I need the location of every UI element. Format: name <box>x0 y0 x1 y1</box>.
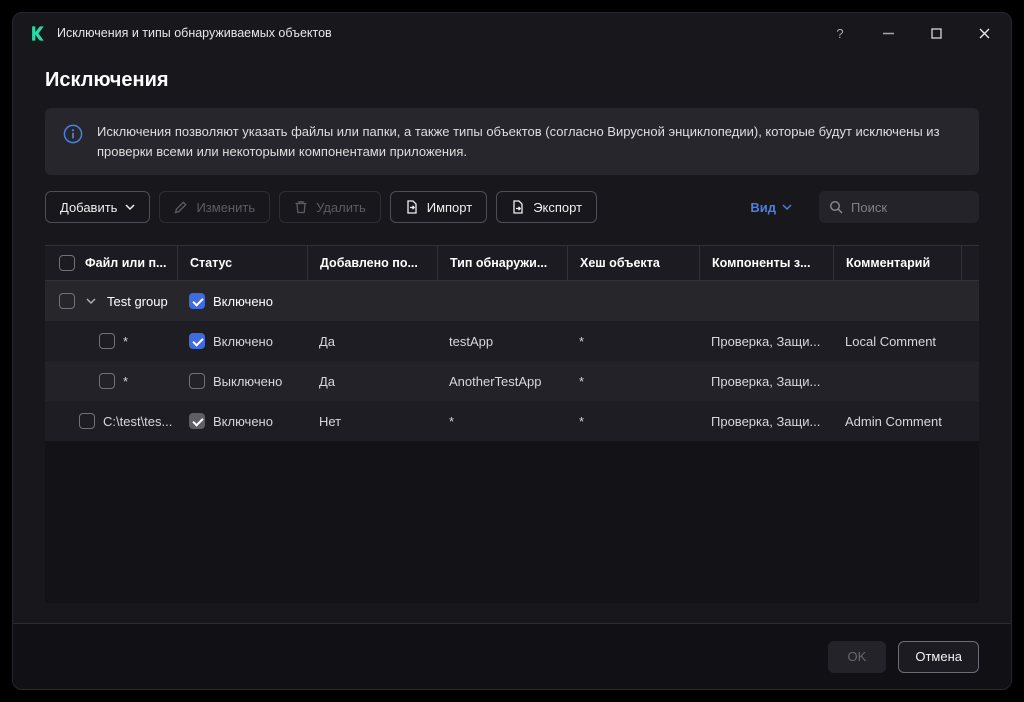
minimize-icon <box>883 28 894 39</box>
search-box <box>819 191 979 223</box>
file-path: * <box>123 374 128 389</box>
file-path: C:\test\tes... <box>103 414 172 429</box>
group-name: Test group <box>107 294 168 309</box>
add-button[interactable]: Добавить <box>45 191 150 223</box>
column-header-type[interactable]: Тип обнаружи... <box>437 246 567 280</box>
comment: Admin Comment <box>833 414 961 429</box>
info-banner-text: Исключения позволяют указать файлы или п… <box>97 122 961 161</box>
status-label: Включено <box>213 294 273 309</box>
kaspersky-logo <box>29 24 47 42</box>
status-label: Включено <box>213 414 273 429</box>
column-header-hash[interactable]: Хеш объекта <box>567 246 699 280</box>
edit-button-label: Изменить <box>196 200 255 215</box>
cancel-button[interactable]: Отмена <box>898 641 979 673</box>
status-label: Выключено <box>213 374 282 389</box>
added-by-user: Да <box>307 374 437 389</box>
maximize-icon <box>931 28 942 39</box>
table-row[interactable]: * Включено Да testApp * Проверка, Защи..… <box>45 321 979 361</box>
status-checkbox[interactable] <box>189 373 205 389</box>
column-header-file[interactable]: Файл или п... <box>85 256 166 270</box>
close-icon <box>979 28 990 39</box>
chevron-down-icon <box>86 298 96 305</box>
export-button[interactable]: Экспорт <box>496 191 597 223</box>
object-hash: * <box>567 374 699 389</box>
window-controls: ? <box>831 24 993 42</box>
import-button[interactable]: Импорт <box>390 191 487 223</box>
table-row[interactable]: C:\test\tes... Включено Нет * * Проверка… <box>45 401 979 441</box>
status-checkbox[interactable] <box>189 413 205 429</box>
view-dropdown-label: Вид <box>750 200 776 215</box>
status-checkbox[interactable] <box>189 333 205 349</box>
search-input[interactable] <box>851 200 969 215</box>
table-group-row[interactable]: Test group Включено <box>45 281 979 321</box>
row-select-checkbox[interactable] <box>79 413 95 429</box>
close-button[interactable] <box>975 24 993 42</box>
object-hash: * <box>567 414 699 429</box>
add-button-label: Добавить <box>60 200 117 215</box>
minimize-button[interactable] <box>879 24 897 42</box>
protection-components: Проверка, Защи... <box>699 374 833 389</box>
import-icon <box>405 200 419 214</box>
detection-type: testApp <box>437 334 567 349</box>
row-select-checkbox[interactable] <box>99 333 115 349</box>
search-icon <box>829 200 843 214</box>
info-banner: Исключения позволяют указать файлы или п… <box>45 108 979 175</box>
delete-button[interactable]: Удалить <box>279 191 381 223</box>
app-window: Исключения и типы обнаруживаемых объекто… <box>12 12 1012 690</box>
added-by-user: Да <box>307 334 437 349</box>
chevron-down-icon <box>125 204 135 211</box>
toolbar: Добавить Изменить Удалить Импорт Экспорт… <box>45 191 979 223</box>
chevron-down-icon <box>782 204 792 211</box>
ok-button[interactable]: OK <box>828 641 887 673</box>
column-header-spacer <box>961 246 979 280</box>
trash-icon <box>294 200 308 214</box>
export-button-label: Экспорт <box>533 200 582 215</box>
group-expander[interactable] <box>83 293 99 309</box>
status-label: Включено <box>213 334 273 349</box>
delete-button-label: Удалить <box>316 200 366 215</box>
column-header-status[interactable]: Статус <box>177 246 307 280</box>
column-header-components[interactable]: Компоненты з... <box>699 246 833 280</box>
import-button-label: Импорт <box>427 200 472 215</box>
object-hash: * <box>567 334 699 349</box>
column-header-comment[interactable]: Комментарий <box>833 246 961 280</box>
info-circle-icon <box>63 124 83 144</box>
help-button[interactable]: ? <box>831 24 849 42</box>
table-empty-area <box>45 441 979 603</box>
row-select-checkbox[interactable] <box>59 293 75 309</box>
edit-button[interactable]: Изменить <box>159 191 270 223</box>
protection-components: Проверка, Защи... <box>699 414 833 429</box>
status-checkbox[interactable] <box>189 293 205 309</box>
column-header-added[interactable]: Добавлено по... <box>307 246 437 280</box>
page-title: Исключения <box>13 53 1011 96</box>
select-all-checkbox[interactable] <box>59 255 75 271</box>
exclusions-table: Файл или п... Статус Добавлено по... Тип… <box>45 245 979 603</box>
file-path: * <box>123 334 128 349</box>
maximize-button[interactable] <box>927 24 945 42</box>
pencil-icon <box>174 200 188 214</box>
table-row[interactable]: * Выключено Да AnotherTestApp * Проверка… <box>45 361 979 401</box>
title-bar: Исключения и типы обнаруживаемых объекто… <box>13 13 1011 53</box>
view-dropdown[interactable]: Вид <box>750 200 792 215</box>
row-select-checkbox[interactable] <box>99 373 115 389</box>
comment: Local Comment <box>833 334 961 349</box>
detection-type: * <box>437 414 567 429</box>
table-header: Файл или п... Статус Добавлено по... Тип… <box>45 245 979 281</box>
window-title: Исключения и типы обнаруживаемых объекто… <box>57 26 332 40</box>
export-icon <box>511 200 525 214</box>
detection-type: AnotherTestApp <box>437 374 567 389</box>
protection-components: Проверка, Защи... <box>699 334 833 349</box>
dialog-footer: OK Отмена <box>13 623 1011 689</box>
added-by-user: Нет <box>307 414 437 429</box>
